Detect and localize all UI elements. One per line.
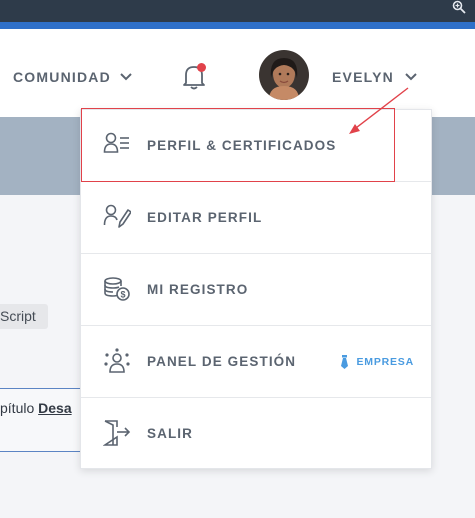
menu-item-label: PERFIL & CERTIFICADOS xyxy=(147,138,337,153)
menu-item-label: EDITAR PERFIL xyxy=(147,210,263,225)
user-dropdown-menu: PERFIL & CERTIFICADOS EDITAR PERFIL $ MI… xyxy=(80,109,432,469)
menu-item-editar-perfil[interactable]: EDITAR PERFIL xyxy=(81,182,431,254)
company-badge-label: EMPRESA xyxy=(356,355,414,368)
nav-comunidad-label: COMUNIDAD xyxy=(13,69,111,85)
chapter-text: pítulo Desa xyxy=(0,400,72,416)
notification-bell-icon[interactable] xyxy=(180,62,208,92)
menu-item-panel-de-gestion[interactable]: PANEL DE GESTIÓN EMPRESA xyxy=(81,326,431,398)
menu-item-salir[interactable]: SALIR xyxy=(81,398,431,469)
tie-icon xyxy=(341,354,349,369)
chevron-down-icon xyxy=(120,73,132,81)
user-name: EVELYN xyxy=(332,69,394,85)
user-menu-toggle[interactable]: EVELYN xyxy=(332,67,418,87)
notification-dot xyxy=(197,63,206,72)
menu-item-label: SALIR xyxy=(147,426,193,441)
zoom-icon[interactable] xyxy=(452,0,466,14)
chapter-card xyxy=(0,388,80,452)
coins-icon: $ xyxy=(104,277,130,301)
company-badge: EMPRESA xyxy=(340,354,414,369)
tag-chip: Script xyxy=(0,304,48,329)
profile-certificates-icon xyxy=(103,132,129,153)
chevron-down-icon xyxy=(405,73,417,81)
edit-profile-icon xyxy=(103,204,131,228)
menu-item-label: PANEL DE GESTIÓN xyxy=(147,354,297,369)
browser-top-bar xyxy=(0,0,475,22)
logout-icon xyxy=(103,420,131,446)
menu-item-perfil-certificados[interactable]: PERFIL & CERTIFICADOS xyxy=(81,110,431,182)
top-accent-bar xyxy=(0,22,475,29)
chapter-link[interactable]: Desa xyxy=(38,400,71,416)
nav-comunidad[interactable]: COMUNIDAD xyxy=(13,67,133,87)
chapter-prefix: pítulo xyxy=(0,400,39,416)
avatar[interactable] xyxy=(259,50,309,100)
team-icon xyxy=(104,348,130,373)
site-header: COMUNIDAD EVELYN xyxy=(0,29,475,117)
menu-item-mi-registro[interactable]: $ MI REGISTRO xyxy=(81,254,431,326)
svg-text:$: $ xyxy=(120,290,125,300)
menu-item-label: MI REGISTRO xyxy=(147,282,249,297)
